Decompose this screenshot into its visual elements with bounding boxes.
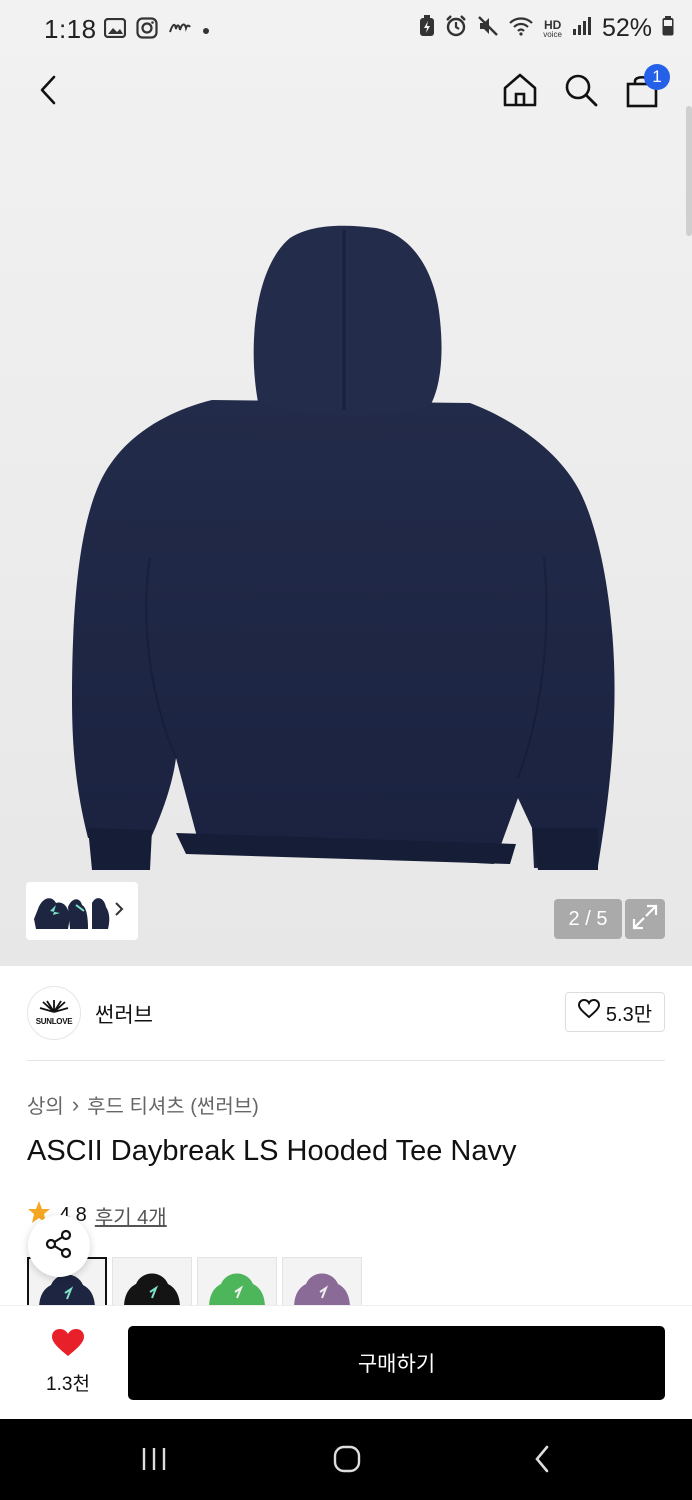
alarm-icon [445, 15, 467, 42]
thumbnail-images [34, 898, 110, 929]
battery-percent: 52% [601, 14, 652, 42]
back-arrow-icon [38, 74, 58, 111]
heart-outline-icon [577, 998, 600, 1025]
color-option-black[interactable] [112, 1257, 192, 1305]
notification-icons [103, 17, 210, 44]
mute-icon [477, 15, 499, 42]
home-nav-button[interactable] [327, 1441, 367, 1481]
signal-icon [572, 16, 592, 41]
home-icon [502, 72, 538, 113]
color-option-purple[interactable] [282, 1257, 362, 1305]
expand-icon [632, 904, 658, 935]
image-thumbnails[interactable] [26, 882, 138, 940]
status-time: 1:18 [44, 14, 97, 44]
status-bar: 1:18 HD voice 52% [0, 0, 692, 58]
wishlist-button[interactable]: 1.3천 [36, 1328, 100, 1396]
cart-count-badge: 1 [644, 64, 670, 90]
top-navigation-bar: 1 [0, 58, 692, 236]
app-notification-icon [168, 21, 192, 40]
product-image-gallery[interactable] [0, 58, 692, 966]
home-button[interactable] [498, 70, 542, 114]
breadcrumb-separator: › [71, 1091, 80, 1117]
wifi-icon [509, 16, 534, 41]
color-option-image [124, 1273, 180, 1305]
search-icon [563, 72, 599, 113]
heart-filled-icon [51, 1328, 85, 1363]
brand-logo[interactable]: SUNLOVE [27, 986, 81, 1040]
recent-apps-button[interactable] [134, 1441, 174, 1481]
brand-like-count: 5.3만 [605, 1003, 653, 1026]
share-icon [44, 1229, 74, 1264]
wishlist-count: 1.3천 [46, 1374, 90, 1395]
buy-button[interactable]: 구매하기 [128, 1326, 665, 1400]
search-button[interactable] [559, 70, 603, 114]
image-counter: 2 / 5 [554, 899, 622, 939]
color-option-image [209, 1273, 265, 1305]
hd-voice-icon: HD voice [543, 17, 562, 39]
share-button[interactable] [28, 1215, 90, 1277]
brand-like-button[interactable]: 5.3만 [565, 992, 665, 1032]
battery-saver-icon [419, 15, 435, 42]
divider [27, 1060, 665, 1061]
battery-icon [662, 16, 674, 41]
back-button[interactable] [26, 70, 70, 114]
back-nav-button[interactable] [522, 1441, 562, 1481]
color-option-image [294, 1273, 350, 1305]
system-icons: HD voice 52% [419, 14, 674, 43]
recent-apps-icon [140, 1446, 168, 1477]
reviews-link[interactable]: 후기 4개 [95, 1201, 167, 1230]
cart-button[interactable]: 1 [620, 64, 670, 114]
back-nav-icon [533, 1444, 551, 1479]
brand-row: SUNLOVE 썬러브 5.3만 [0, 966, 692, 1062]
home-circle-icon [333, 1445, 361, 1478]
brand-name[interactable]: 썬러브 [95, 999, 153, 1029]
purchase-bar: 1.3천 구매하기 [0, 1305, 692, 1419]
brand-logo-text: SUNLOVE [35, 1017, 73, 1026]
breadcrumb: 상의 › 후드 티셔츠 (썬러브) [27, 1090, 259, 1119]
breadcrumb-subcategory[interactable]: 후드 티셔츠 (썬러브) [87, 1090, 259, 1119]
chevron-right-icon [114, 901, 124, 922]
gallery-notification-icon [103, 17, 127, 43]
product-image [72, 225, 615, 870]
fullscreen-button[interactable] [625, 899, 665, 939]
page-scrollbar[interactable] [686, 106, 692, 236]
product-title: ASCII Daybreak LS Hooded Tee Navy [27, 1135, 517, 1167]
instagram-notification-icon [136, 17, 158, 44]
more-notifications-icon [202, 22, 210, 40]
breadcrumb-category[interactable]: 상의 [27, 1090, 64, 1119]
color-option-green[interactable] [197, 1257, 277, 1305]
system-navigation-bar [0, 1419, 692, 1500]
